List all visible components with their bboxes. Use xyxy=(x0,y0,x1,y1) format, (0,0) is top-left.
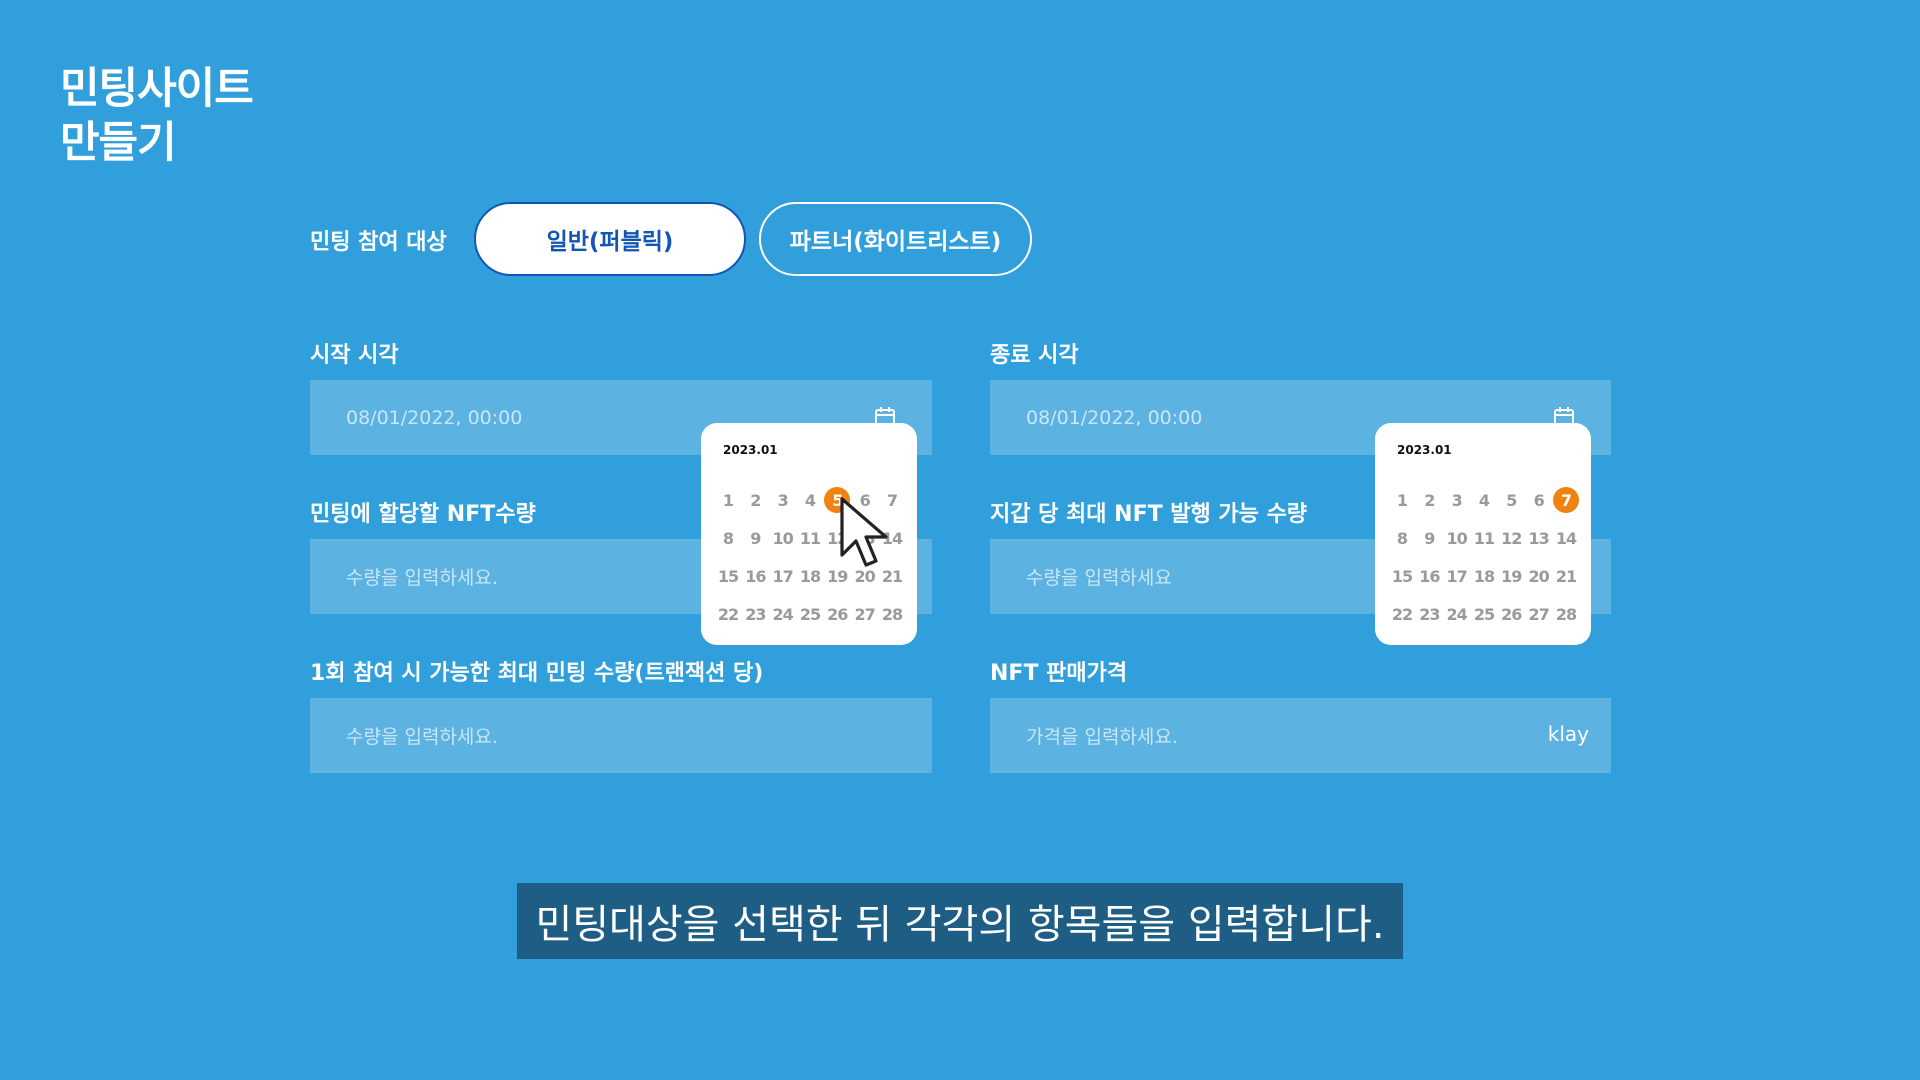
end-date-calendar: 2023.01 1 2 3 4 5 6 7 8 9 10 11 12 13 14 15 16 17 18 19 20 2… xyxy=(1375,423,1591,645)
calendar-day[interactable]: 13 xyxy=(1526,525,1552,551)
calendar-day[interactable]: 21 xyxy=(1553,563,1579,589)
public-option-button[interactable]: 일반(퍼블릭) xyxy=(474,202,746,276)
calendar-day[interactable]: 10 xyxy=(1444,525,1470,551)
calendar-day[interactable]: 4 xyxy=(1471,487,1497,513)
calendar-day[interactable]: 28 xyxy=(1553,601,1579,627)
calendar-day[interactable]: 1 xyxy=(1389,487,1415,513)
calendar-day[interactable]: 8 xyxy=(1389,525,1415,551)
calendar-week-row: 22 23 24 25 26 27 28 xyxy=(1389,595,1579,633)
calendar-day[interactable]: 20 xyxy=(1526,563,1552,589)
nft-allocation-label: 민팅에 할당할 NFT수량 xyxy=(310,502,536,527)
calendar-day[interactable]: 26 xyxy=(1498,601,1524,627)
calendar-day[interactable]: 23 xyxy=(742,601,768,627)
participation-label: 민팅 참여 대상 xyxy=(310,230,447,255)
price-input[interactable]: 가격을 입력하세요. klay xyxy=(990,698,1611,773)
calendar-day[interactable]: 23 xyxy=(1416,601,1442,627)
calendar-day[interactable]: 5 xyxy=(1498,487,1524,513)
calendar-day[interactable]: 22 xyxy=(715,601,741,627)
calendar-day[interactable]: 9 xyxy=(1416,525,1442,551)
per-tx-max-placeholder: 수량을 입력하세요. xyxy=(346,726,498,748)
mouse-cursor-icon xyxy=(840,497,888,567)
calendar-day[interactable]: 15 xyxy=(1389,563,1415,589)
calendar-day[interactable]: 18 xyxy=(1471,563,1497,589)
calendar-day[interactable]: 1 xyxy=(715,487,741,513)
calendar-day[interactable]: 24 xyxy=(770,601,796,627)
calendar-day[interactable]: 14 xyxy=(1553,525,1579,551)
page-title-line1: 민팅사이트 xyxy=(60,64,254,114)
calendar-day[interactable]: 10 xyxy=(770,525,796,551)
calendar-day[interactable]: 22 xyxy=(1389,601,1415,627)
calendar-day[interactable]: 19 xyxy=(1498,563,1524,589)
calendar-day-selected[interactable]: 7 xyxy=(1552,487,1579,513)
calendar-day[interactable]: 24 xyxy=(1444,601,1470,627)
end-time-label: 종료 시각 xyxy=(990,343,1079,368)
calendar-day[interactable]: 16 xyxy=(1416,563,1442,589)
calendar-day[interactable]: 15 xyxy=(715,563,741,589)
price-placeholder: 가격을 입력하세요. xyxy=(1026,726,1178,748)
calendar-day[interactable]: 28 xyxy=(879,601,905,627)
page-title: 민팅사이트 만들기 xyxy=(60,62,254,170)
wallet-max-label: 지갑 당 최대 NFT 발행 가능 수량 xyxy=(990,502,1308,527)
calendar-week-row: 22 23 24 25 26 27 28 xyxy=(715,595,905,633)
calendar-week-row: 1234567 xyxy=(1389,481,1579,519)
calendar-day[interactable]: 27 xyxy=(852,601,878,627)
calendar-day[interactable]: 11 xyxy=(1471,525,1497,551)
calendar-day[interactable]: 4 xyxy=(797,487,823,513)
start-time-label: 시작 시각 xyxy=(310,343,399,368)
calendar-month: 2023.01 xyxy=(723,443,778,457)
calendar-day[interactable]: 27 xyxy=(1526,601,1552,627)
calendar-day[interactable]: 26 xyxy=(824,601,850,627)
page-title-line2: 만들기 xyxy=(60,118,177,168)
price-label: NFT 판매가격 xyxy=(990,661,1128,686)
calendar-day[interactable]: 2 xyxy=(742,487,768,513)
calendar-day[interactable]: 16 xyxy=(742,563,768,589)
partner-option-button[interactable]: 파트너(화이트리스트) xyxy=(759,202,1032,276)
calendar-day[interactable]: 2 xyxy=(1416,487,1442,513)
nft-allocation-placeholder: 수량을 입력하세요. xyxy=(346,567,498,589)
calendar-day[interactable]: 25 xyxy=(797,601,823,627)
calendar-day[interactable]: 6 xyxy=(1526,487,1552,513)
calendar-week-row: 15 16 17 18 19 20 21 xyxy=(1389,557,1579,595)
price-unit: klay xyxy=(1547,722,1589,746)
end-time-value: 08/01/2022, 00:00 xyxy=(1026,406,1203,429)
calendar-day[interactable]: 11 xyxy=(797,525,823,551)
calendar-day[interactable]: 18 xyxy=(797,563,823,589)
calendar-grid: 1234567891011121314151617181920212223242… xyxy=(1389,481,1579,633)
calendar-day[interactable]: 17 xyxy=(1444,563,1470,589)
calendar-day[interactable]: 17 xyxy=(770,563,796,589)
calendar-day[interactable]: 8 xyxy=(715,525,741,551)
calendar-day[interactable]: 3 xyxy=(770,487,796,513)
calendar-day[interactable]: 9 xyxy=(742,525,768,551)
per-tx-max-label: 1회 참여 시 가능한 최대 민팅 수량(트랜잭션 당) xyxy=(310,661,764,686)
subtitle-caption: 민팅대상을 선택한 뒤 각각의 항목들을 입력합니다. xyxy=(517,883,1403,959)
calendar-week-row: 891011121314 xyxy=(1389,519,1579,557)
start-time-value: 08/01/2022, 00:00 xyxy=(346,406,523,429)
wallet-max-placeholder: 수량을 입력하세요 xyxy=(1026,567,1172,589)
calendar-day[interactable]: 12 xyxy=(1498,525,1524,551)
calendar-day[interactable]: 25 xyxy=(1471,601,1497,627)
per-tx-max-input[interactable]: 수량을 입력하세요. xyxy=(310,698,932,773)
calendar-day[interactable]: 3 xyxy=(1444,487,1470,513)
calendar-month: 2023.01 xyxy=(1397,443,1452,457)
